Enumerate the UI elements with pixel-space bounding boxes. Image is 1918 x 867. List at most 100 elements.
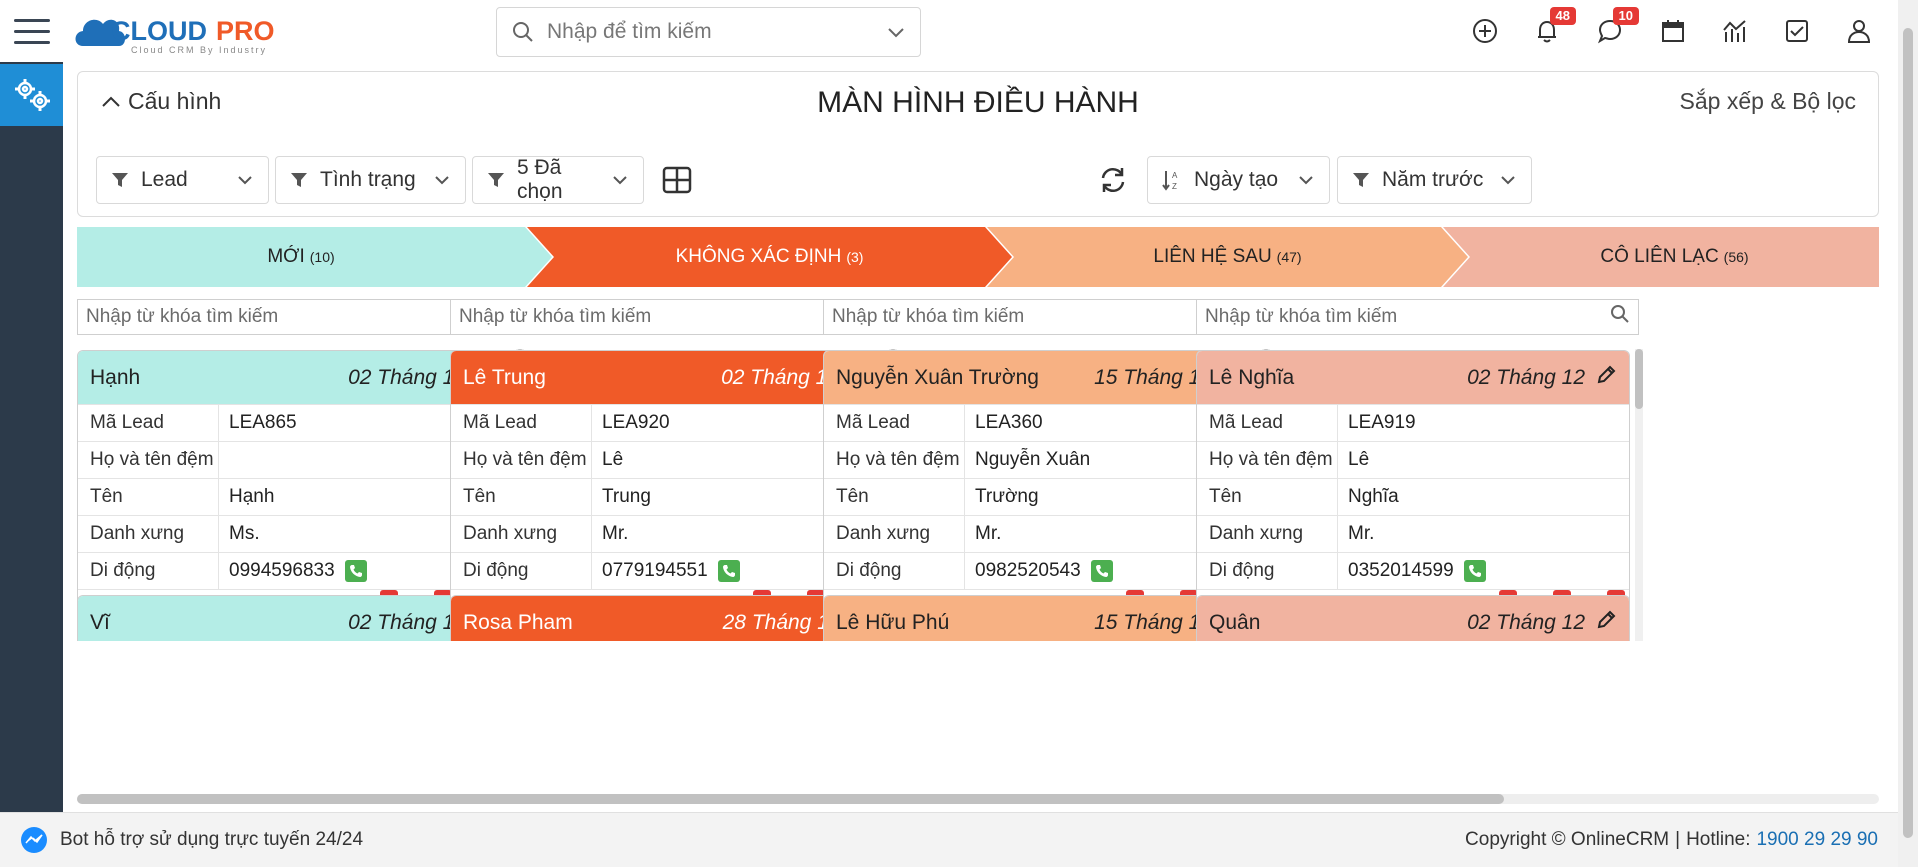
app-root: CLOUD PRO Cloud CRM By Industry Nhập để … [0, 0, 1918, 867]
column-scrollbar[interactable] [1635, 349, 1643, 641]
lead-name[interactable]: Hạnh [90, 366, 348, 390]
field-label: Di động [836, 560, 902, 581]
top-bar: CLOUD PRO Cloud CRM By Industry Nhập để … [63, 0, 1898, 63]
field-label: Tên [1209, 486, 1242, 507]
lead-name[interactable]: Lê Nghĩa [1209, 366, 1467, 390]
lead-card[interactable]: Hạnh 02 Tháng 12 Mã Lead LEA865 Họ và tên đệ… [77, 350, 511, 632]
field-value: Mr. [1337, 516, 1629, 552]
lead-name[interactable]: Nguyễn Xuân Trường [836, 366, 1094, 390]
page-scrollbar[interactable] [1898, 0, 1918, 867]
report-chart-icon[interactable] [1718, 14, 1752, 48]
field-label: Tên [463, 486, 496, 507]
field-row-middle: Họ và tên đệm [78, 441, 510, 478]
lead-card[interactable]: Rosa Pham28 Tháng 11Mã LeadLEA1223Họ và … [450, 595, 884, 641]
field-row-mobile: Di động 0352014599 [1197, 552, 1629, 589]
field-row-mobile: Di động 0779194551 [451, 552, 883, 589]
chat-badge: 10 [1612, 7, 1639, 25]
field-label: Họ và tên đệm [463, 449, 587, 470]
field-label: Mã Lead [463, 412, 537, 433]
field-value: 0352014599 [1337, 553, 1629, 589]
search-icon [513, 22, 533, 42]
lead-date: 02 Tháng 12 [1467, 365, 1585, 389]
field-value: Nghĩa [1337, 479, 1629, 515]
search-placeholder[interactable]: Nhập để tìm kiếm [547, 20, 886, 44]
edit-pencil-icon[interactable] [1595, 609, 1617, 637]
lead-name[interactable]: Quân [1209, 611, 1467, 635]
field-label: Tên [836, 486, 869, 507]
cloudpro-logo[interactable]: CLOUD PRO Cloud CRM By Industry [71, 6, 301, 56]
card-header[interactable]: Lê Nghĩa 02 Tháng 12 [1197, 351, 1629, 404]
field-value: Lê [1337, 442, 1629, 478]
card-header[interactable]: Hạnh 02 Tháng 12 [78, 351, 510, 404]
notification-bell-icon[interactable]: 48 [1530, 7, 1576, 48]
support-bot-text: Bot hỗ trợ sử dụng trực tuyến 24/24 [60, 829, 364, 850]
lead-date: 15 Tháng 10 [1094, 610, 1212, 634]
field-label: Họ và tên đệm [836, 449, 960, 470]
chat-icon[interactable]: 10 [1593, 7, 1639, 48]
global-search[interactable]: Nhập để tìm kiếm [496, 7, 921, 57]
phone-call-icon[interactable] [1090, 560, 1113, 582]
field-row-code: Mã Lead LEA865 [78, 404, 510, 441]
lead-name[interactable]: Lê Trung [463, 366, 721, 390]
card-header[interactable]: Lê Trung 02 Tháng 12 [451, 351, 883, 404]
field-row-code: Mã Lead LEA919 [1197, 404, 1629, 441]
support-bot[interactable]: Bot hỗ trợ sử dụng trực tuyến 24/24 [20, 826, 1465, 854]
card-header[interactable]: Lê Hữu Phú 15 Tháng 10 [824, 596, 1256, 641]
field-label: Danh xưng [90, 523, 185, 544]
main-panel: Cấu hình MÀN HÌNH ĐIỀU HÀNH Sắp xếp & Bộ… [63, 63, 1898, 812]
field-row-mobile: Di động 0994596833 [78, 552, 510, 589]
column-search-placeholder: Nhập từ khóa tìm kiếm [459, 306, 652, 327]
phone-call-icon[interactable] [344, 560, 367, 582]
svg-text:Cloud CRM By Industry: Cloud CRM By Industry [131, 45, 267, 55]
column-search-placeholder: Nhập từ khóa tìm kiếm [832, 306, 1025, 327]
lead-name[interactable]: Lê Hữu Phú [836, 611, 1094, 635]
field-label: Họ và tên đệm [90, 449, 214, 470]
field-row-mobile: Di động 0982520543 [824, 552, 1256, 589]
lead-card[interactable]: Vĩ02 Tháng 12Mã LeadLEA866Họ và tên đệm [77, 595, 511, 641]
card-header[interactable]: Rosa Pham 28 Tháng 11 [451, 596, 883, 641]
chevron-down-icon[interactable] [886, 22, 906, 42]
menu-icon[interactable] [0, 0, 63, 62]
copyright-text: Copyright © OnlineCRM [1465, 829, 1670, 850]
field-row-code: Mã Lead LEA920 [451, 404, 883, 441]
field-label: Tên [90, 486, 123, 507]
lead-card[interactable]: Lê Hữu Phú15 Tháng 10Mã LeadLEA416Họ và … [823, 595, 1257, 641]
lead-card[interactable]: Nguyễn Xuân Trường 15 Tháng 10 Mã Lead LEA3… [823, 350, 1257, 632]
field-row-first: Tên Trung [451, 478, 883, 515]
field-label: Di động [1209, 560, 1275, 581]
field-label: Mã Lead [90, 412, 164, 433]
card-header[interactable]: Vĩ 02 Tháng 12 [78, 596, 510, 641]
settings-gears-icon[interactable] [0, 64, 63, 126]
field-row-code: Mã Lead LEA360 [824, 404, 1256, 441]
field-value: LEA919 [1337, 405, 1629, 441]
field-label: Danh xưng [1209, 523, 1304, 544]
lead-date: 02 Tháng 12 [721, 365, 839, 389]
field-row-salutation: Danh xưng Mr. [1197, 515, 1629, 552]
field-row-middle: Họ và tên đệm Lê [1197, 441, 1629, 478]
edit-pencil-icon[interactable] [1595, 364, 1617, 392]
card-header[interactable]: Quân 02 Tháng 12 [1197, 596, 1629, 641]
lead-card[interactable]: Lê Trung 02 Tháng 12 Mã Lead LEA920 Họ và tê… [450, 350, 884, 632]
calendar-icon[interactable] [1656, 14, 1690, 48]
search-icon[interactable] [1610, 304, 1630, 330]
column-search-placeholder: Nhập từ khóa tìm kiếm [1205, 306, 1398, 327]
lead-date: 02 Tháng 12 [348, 365, 466, 389]
card-header[interactable]: Nguyễn Xuân Trường 15 Tháng 10 [824, 351, 1256, 404]
user-profile-icon[interactable] [1842, 14, 1876, 48]
phone-call-icon[interactable] [1463, 560, 1486, 582]
left-sidebar [0, 0, 63, 812]
column-search-input[interactable]: Nhập từ khóa tìm kiếm [1196, 299, 1639, 335]
task-checkbox-icon[interactable] [1780, 14, 1814, 48]
field-row-first: Tên Trường [824, 478, 1256, 515]
lead-name[interactable]: Rosa Pham [463, 611, 723, 635]
lead-name[interactable]: Vĩ [90, 611, 348, 635]
lead-card[interactable]: Lê Nghĩa 02 Tháng 12 Mã Lead LEA919 Họ và tê… [1196, 350, 1630, 632]
hotline-number[interactable]: 1900 29 29 90 [1756, 829, 1878, 851]
field-row-first: Tên Nghĩa [1197, 478, 1629, 515]
phone-call-icon[interactable] [717, 560, 740, 582]
board-horizontal-scrollbar[interactable] [77, 794, 1879, 804]
lead-card[interactable]: Quân02 Tháng 12Mã LeadLEA921Họ và tên đệ… [1196, 595, 1630, 641]
add-icon[interactable] [1468, 14, 1502, 48]
field-label: Mã Lead [836, 412, 910, 433]
field-label: Họ và tên đệm [1209, 449, 1333, 470]
